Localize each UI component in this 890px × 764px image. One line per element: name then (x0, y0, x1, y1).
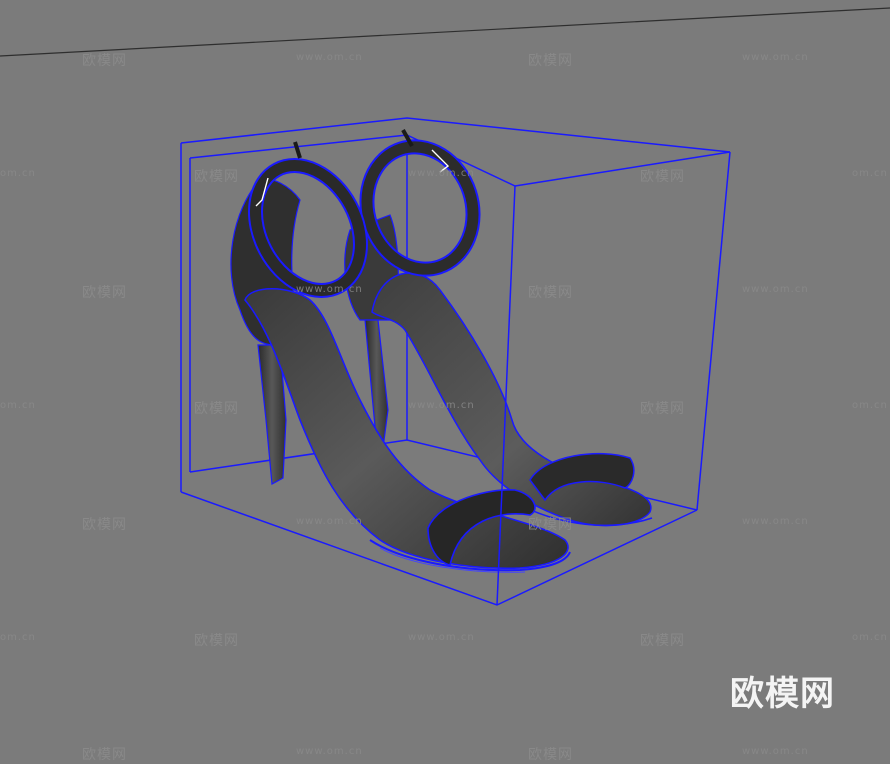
watermark-url: om.cn (0, 632, 36, 643)
watermark-url: om.cn (852, 632, 888, 643)
watermark-brand: 欧模网 (82, 517, 127, 533)
watermark-brand: 欧模网 (640, 169, 685, 185)
watermark-url: www.om.cn (742, 746, 809, 757)
watermark-url: www.om.cn (742, 516, 809, 527)
watermark-url: www.om.cn (742, 52, 809, 63)
watermark-url: www.om.cn (408, 632, 475, 643)
watermark-url: www.om.cn (296, 746, 363, 757)
watermark-brand: 欧模网 (640, 633, 685, 649)
watermark-brand: 欧模网 (528, 747, 573, 763)
watermark-url: om.cn (0, 400, 36, 411)
watermark-brand: 欧模网 (82, 285, 127, 301)
watermark-brand: 欧模网 (82, 747, 127, 763)
horizon-line (0, 7, 890, 57)
watermark-url: om.cn (852, 168, 888, 179)
3d-viewport[interactable]: 欧模网 www.om.cn 欧模网 www.om.cn om.cn 欧模网 ww… (0, 0, 890, 763)
watermark-url: www.om.cn (408, 168, 475, 179)
watermark-url: www.om.cn (296, 52, 363, 63)
watermark-brand: 欧模网 (82, 53, 127, 69)
watermark-url: om.cn (852, 400, 888, 411)
brand-logo: 欧模网 (730, 674, 835, 714)
watermark-url: www.om.cn (742, 284, 809, 295)
watermark-brand: 欧模网 (640, 401, 685, 417)
watermark-brand: 欧模网 (194, 401, 239, 417)
watermark-url: www.om.cn (296, 516, 363, 527)
watermark-brand: 欧模网 (528, 285, 573, 301)
watermark-brand: 欧模网 (528, 517, 573, 533)
watermark-url: www.om.cn (296, 284, 363, 295)
watermark-url: om.cn (0, 168, 36, 179)
watermark-brand: 欧模网 (194, 633, 239, 649)
watermark-brand: 欧模网 (528, 53, 573, 69)
watermark-brand: 欧模网 (194, 169, 239, 185)
viewport-canvas[interactable] (0, 0, 890, 760)
sandal-left[interactable] (230, 141, 571, 573)
watermark-url: www.om.cn (408, 400, 475, 411)
